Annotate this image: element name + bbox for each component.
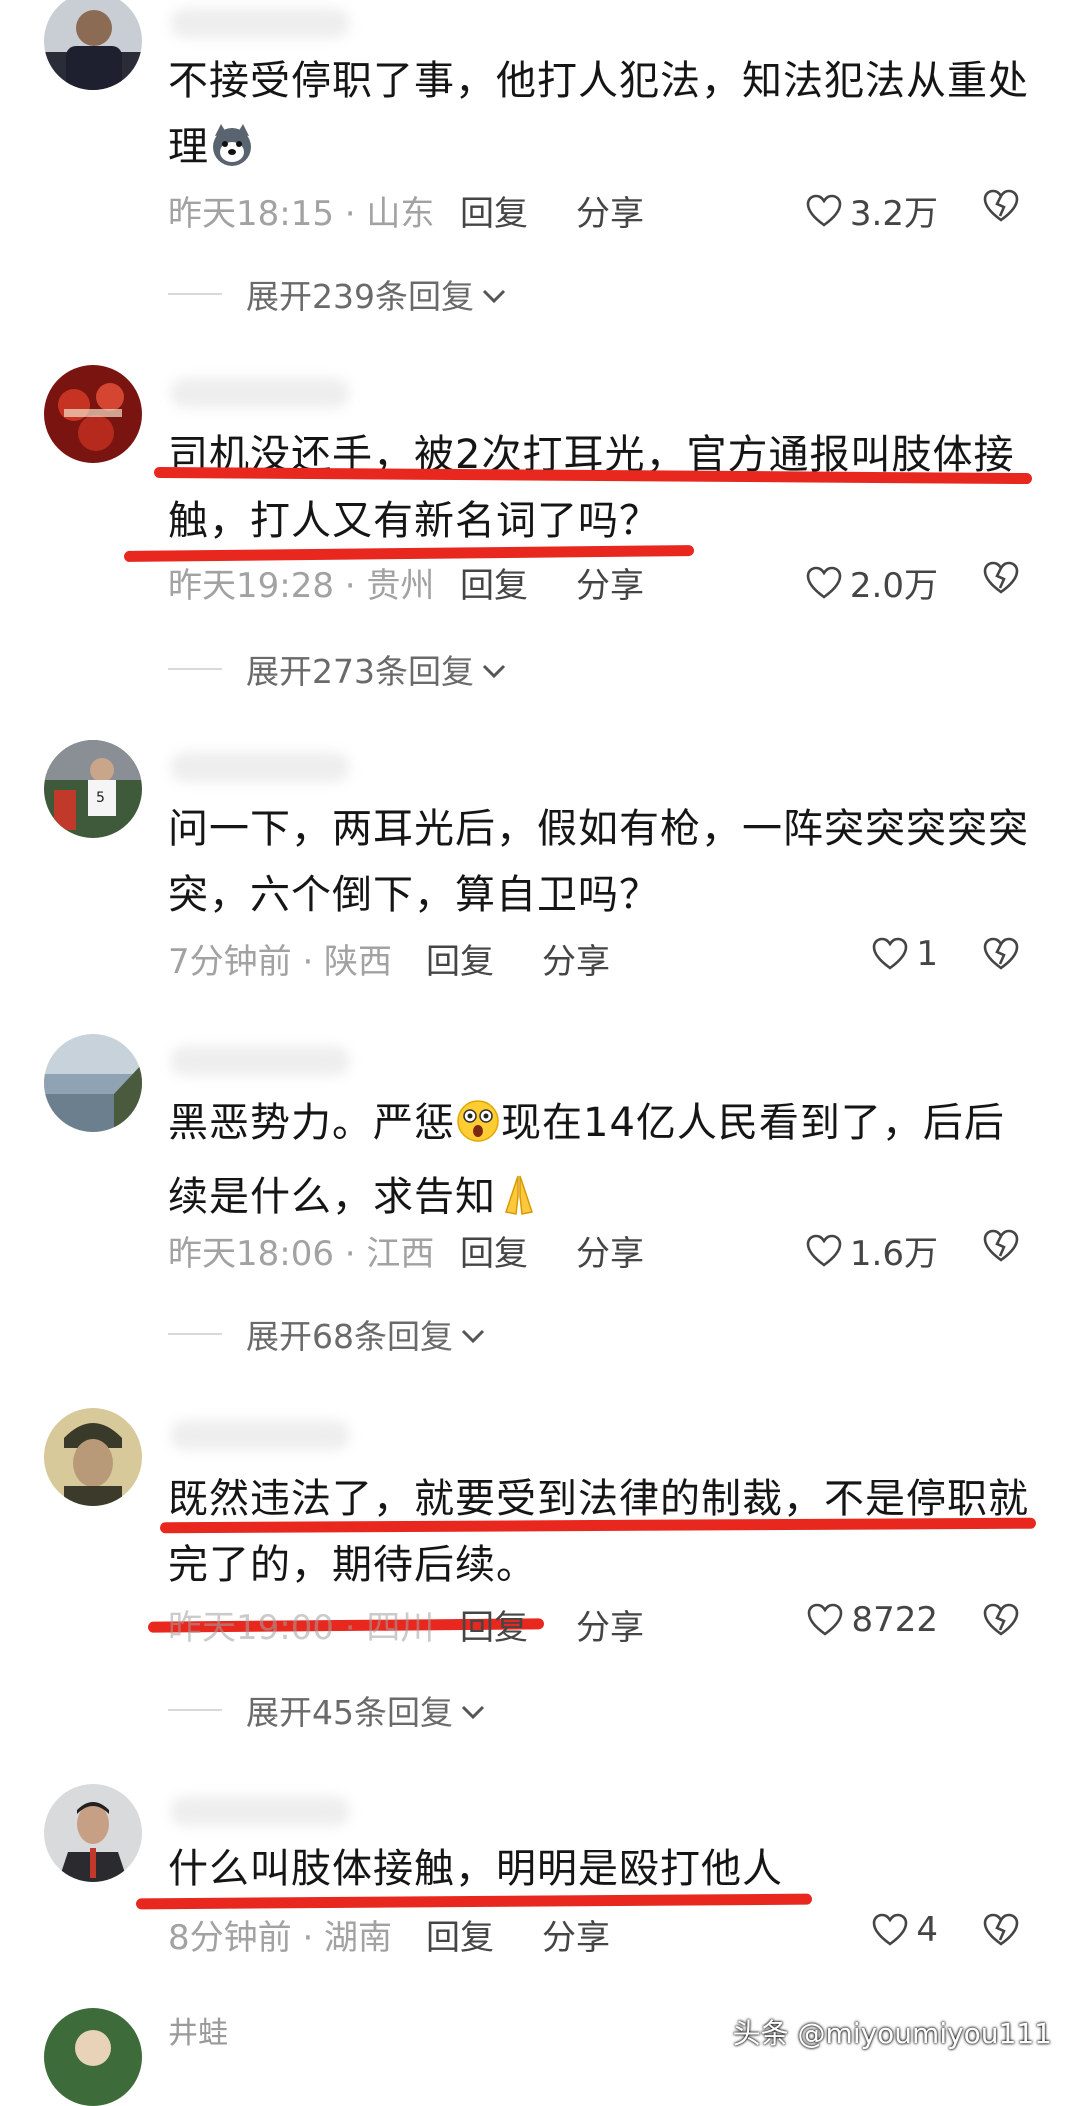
dislike-button[interactable] [982,1228,1020,1273]
comment-text: 不接受停职了事，他打人犯法，知法犯法从重处 理 [168,48,1048,188]
dislike-button[interactable] [982,188,1020,233]
divider-line [168,293,222,295]
share-button[interactable]: 分享 [542,1910,610,1959]
like-count: 4 [916,1910,938,1950]
reply-button[interactable]: 回复 [426,934,494,983]
dog-face-emoji [209,122,255,188]
chevron-down-icon [480,650,508,689]
dislike-button[interactable] [982,1602,1020,1647]
comment-text: 什么叫肢体接触，明明是殴打他人 [168,1846,783,1892]
heart-icon [873,1913,908,1946]
like-button[interactable]: 1 [872,934,938,974]
dislike-button[interactable] [982,936,1020,981]
watermark: 头条 @miyoumiyou111 [732,2017,1052,2050]
time-location: 昨天19:00 · 四川 [168,1608,435,1648]
divider-line [168,1709,222,1711]
broken-heart-icon [983,937,1019,970]
avatar[interactable] [44,1784,142,1882]
expand-replies[interactable]: 展开273条回复 [168,645,508,693]
time-location: 昨天18:06 · 江西 [168,1234,435,1274]
share-button[interactable]: 分享 [576,1600,644,1649]
avatar[interactable] [44,2008,142,2106]
share-button[interactable]: 分享 [576,186,644,235]
avatar[interactable]: 5 [44,740,142,838]
share-button[interactable]: 分享 [576,1226,644,1275]
svg-text:5: 5 [96,790,105,806]
heart-icon [873,937,908,970]
heart-icon [806,194,842,227]
share-button[interactable]: 分享 [542,934,610,983]
like-button[interactable]: 2.0万 [806,558,938,607]
username[interactable]: 井蛙 [168,2008,228,2052]
chevron-down-icon [459,1691,487,1730]
chevron-down-icon [459,1315,487,1354]
like-count: 2.0万 [849,566,938,606]
broken-heart-icon [983,189,1019,222]
like-count: 3.2万 [849,194,938,234]
reply-button[interactable]: 回复 [426,1910,494,1959]
reply-button[interactable]: 回复 [460,1226,528,1275]
divider-line [168,668,222,670]
expand-replies[interactable]: 展开68条回复 [168,1310,487,1358]
like-count: 8722 [851,1600,938,1640]
comment-meta: 昨天19:28 · 贵州 回复 分享 2.0万 [168,558,1048,608]
comment-meta: 昨天18:15 · 山东 回复 分享 3.2万 [168,186,1048,236]
avatar[interactable] [44,1408,142,1506]
comment-text: 司机没还手，被2次打耳光，官方通报叫肢体接 触，打人又有新名词了吗？ [168,432,1015,544]
time-location: 昨天18:15 · 山东 [168,194,435,234]
comment-text: 问一下，两耳光后，假如有枪，一阵突突突突突 突，六个倒下，算自卫吗？ [168,806,1029,918]
reply-button[interactable]: 回复 [460,1600,528,1649]
like-button[interactable]: 4 [872,1910,938,1950]
heart-icon [806,566,842,599]
username[interactable] [170,752,350,782]
comment-meta: 8分钟前 · 湖南 回复 分享 4 [168,1910,1048,1960]
avatar[interactable] [44,365,142,463]
username[interactable] [170,1796,350,1826]
reply-button[interactable]: 回复 [460,186,528,235]
broken-heart-icon [983,1603,1019,1636]
broken-heart-icon [983,561,1019,594]
heart-icon [806,1234,842,1267]
avatar[interactable] [44,0,142,90]
time-location: 7分钟前 · 陕西 [168,942,393,982]
like-count: 1 [916,934,938,974]
username[interactable] [170,8,350,38]
comment-meta: 昨天19:00 · 四川 回复 分享 8722 [168,1600,1048,1650]
time-location: 8分钟前 · 湖南 [168,1918,393,1958]
like-button[interactable]: 1.6万 [806,1226,938,1275]
expand-replies[interactable]: 展开45条回复 [168,1686,487,1734]
like-button[interactable]: 3.2万 [806,186,938,235]
comment-meta: 昨天18:06 · 江西 回复 分享 1.6万 [168,1226,1048,1276]
broken-heart-icon [983,1229,1019,1262]
reply-button[interactable]: 回复 [460,558,528,607]
like-count: 1.6万 [849,1234,938,1274]
avatar[interactable] [44,1034,142,1132]
username[interactable] [170,1046,350,1076]
username[interactable] [170,378,350,408]
chevron-down-icon [480,275,508,314]
broken-heart-icon [983,1913,1019,1946]
comment-meta: 7分钟前 · 陕西 回复 分享 1 [168,934,1048,984]
divider-line [168,1333,222,1335]
astonished-face-emoji [455,1098,501,1164]
username[interactable] [170,1420,350,1450]
heart-icon [808,1603,843,1636]
time-location: 昨天19:28 · 贵州 [168,566,435,606]
expand-replies[interactable]: 展开239条回复 [168,270,508,318]
dislike-button[interactable] [982,1912,1020,1957]
like-button[interactable]: 8722 [807,1600,938,1640]
share-button[interactable]: 分享 [576,558,644,607]
comment-text: 黑恶势力。严惩 现在14亿人民看到了，后后 续是什么，求告知 [168,1090,1048,1238]
dislike-button[interactable] [982,560,1020,605]
